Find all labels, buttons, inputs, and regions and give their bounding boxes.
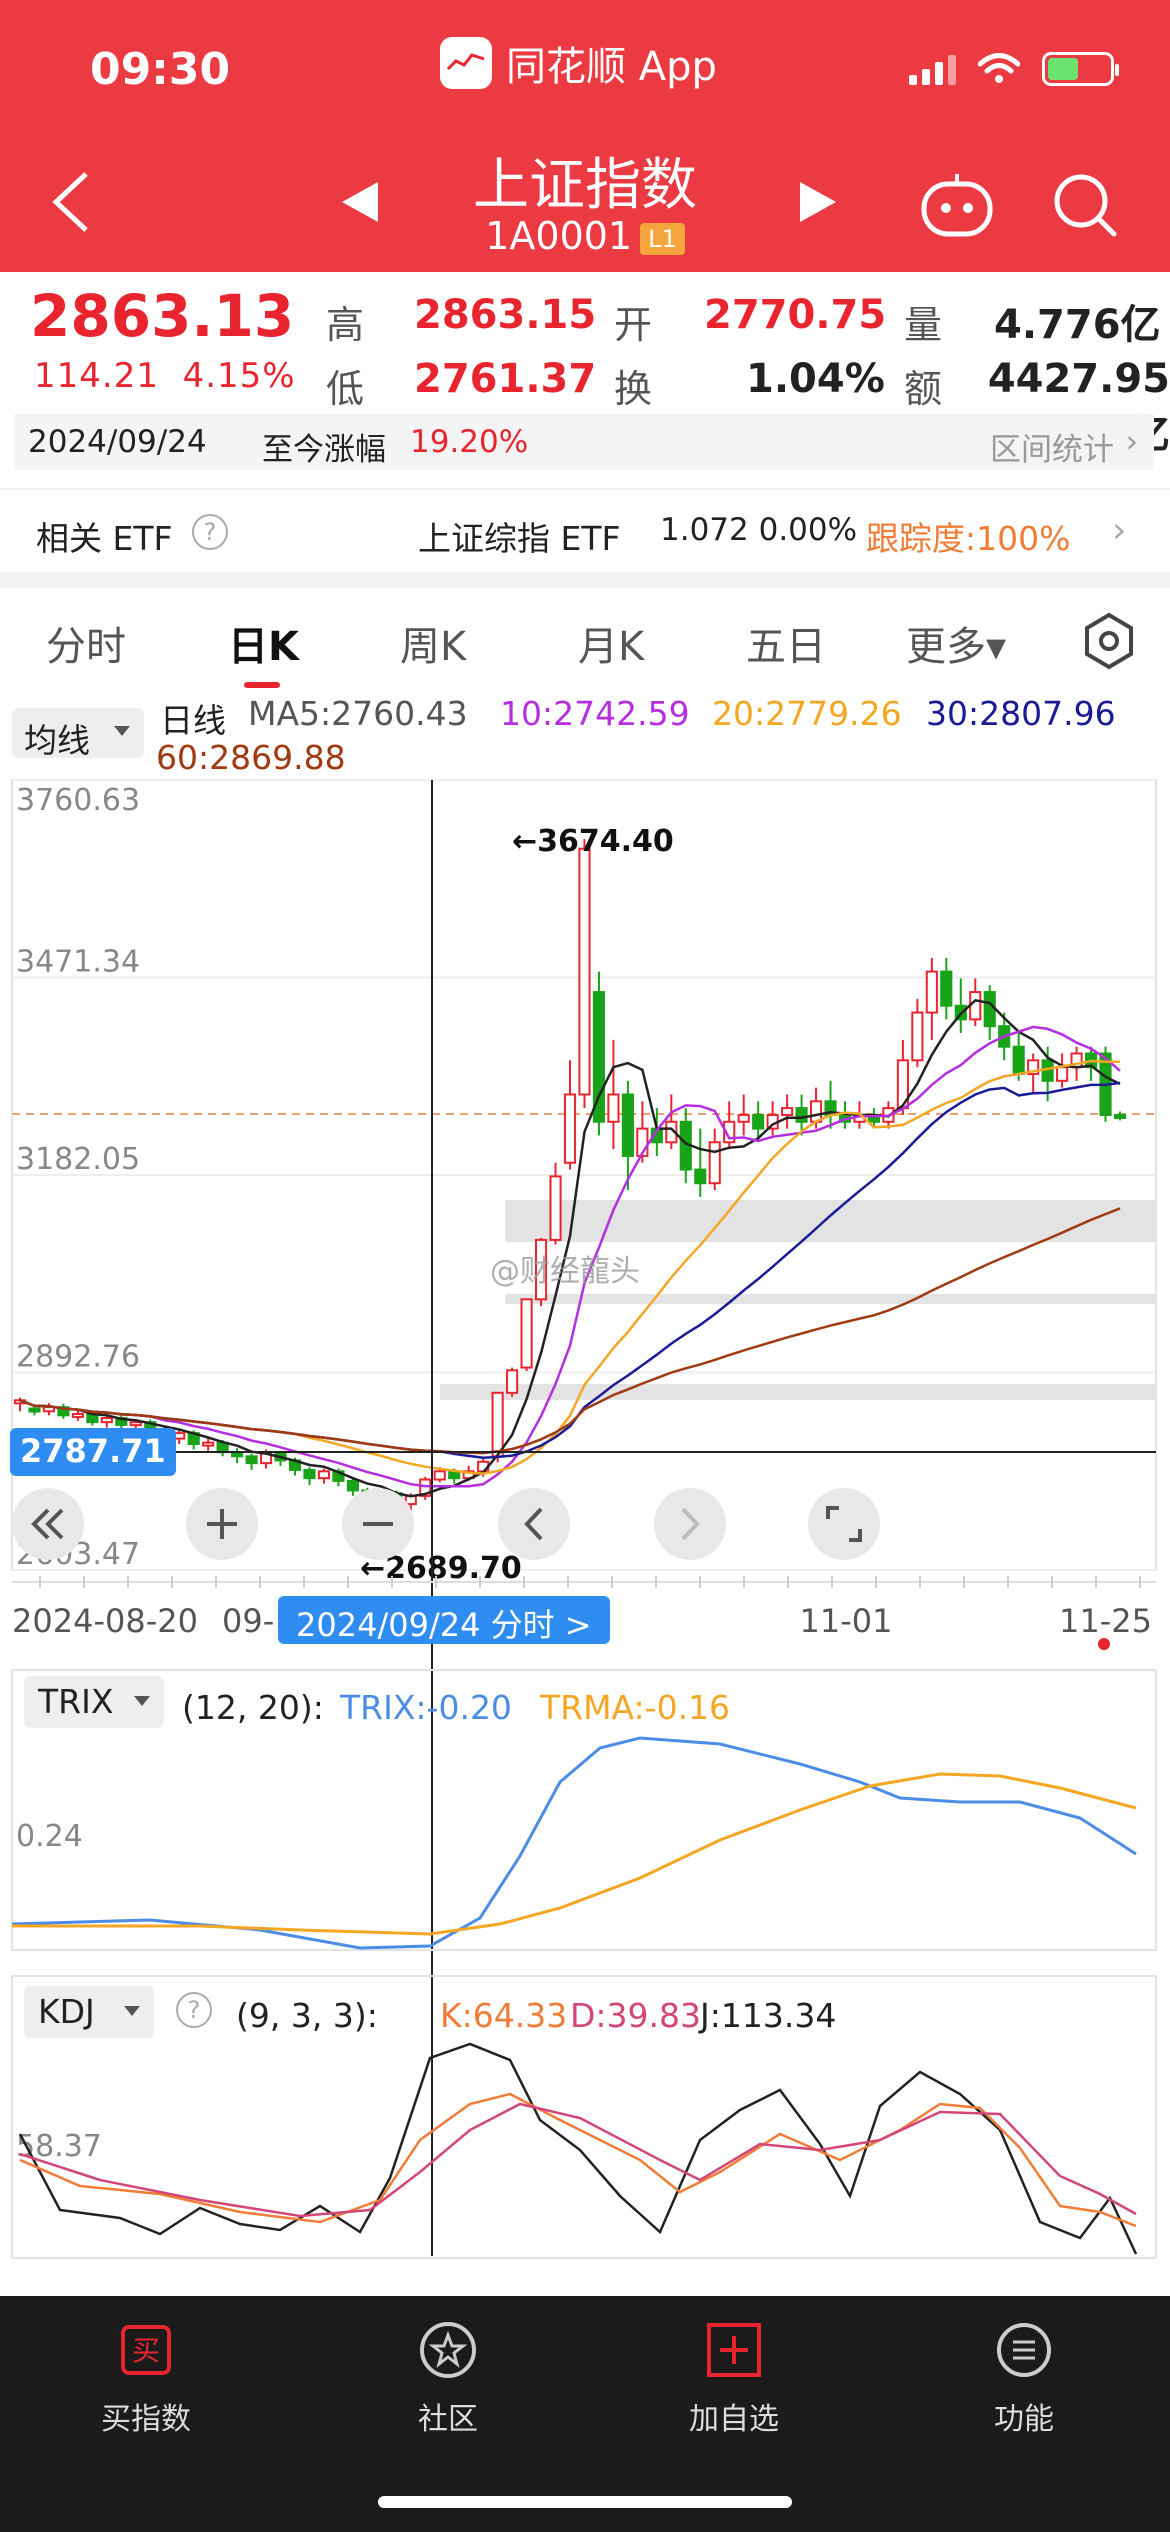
candle-body xyxy=(129,1421,142,1427)
x-tick-label: 2024-08-20 xyxy=(12,1602,198,1640)
candle-body xyxy=(795,1107,808,1123)
candle-body xyxy=(563,1093,577,1164)
svg-text:买: 买 xyxy=(132,2334,160,2367)
zoom-out-button[interactable] xyxy=(342,1488,414,1560)
trma-line xyxy=(12,1772,1137,1936)
x-tick-label: 09- xyxy=(222,1602,274,1640)
double-chevron-left-icon xyxy=(31,1508,64,1540)
y-tick-label: 2892.76 xyxy=(16,1340,140,1375)
kdj-dropdown[interactable]: KDJ xyxy=(24,1986,154,2038)
zoom-in-button[interactable] xyxy=(186,1488,258,1560)
function-label: 功能 xyxy=(994,2402,1054,2437)
buy-icon: 买 xyxy=(116,2320,176,2380)
candle-body xyxy=(578,847,591,1096)
candlestick-chart[interactable]: 3760.633471.343182.052892.762603.47←3674… xyxy=(0,0,1170,2296)
candle-body xyxy=(925,970,938,1014)
function-button[interactable]: 功能 xyxy=(944,2320,1104,2438)
candle-body xyxy=(28,1407,41,1413)
trix-tick-label: 0.24 xyxy=(16,1819,83,1854)
candle-body xyxy=(969,991,982,1021)
chevron-down-icon xyxy=(124,2006,140,2016)
add-favorite-icon xyxy=(704,2320,764,2380)
candle-body xyxy=(506,1369,519,1394)
y-tick-label: 3182.05 xyxy=(16,1142,140,1177)
community-icon xyxy=(418,2320,478,2380)
community-label: 社区 xyxy=(418,2402,478,2437)
candle-body xyxy=(317,1470,331,1480)
kdj-j-line xyxy=(18,2042,1138,2255)
trix-params: (12, 20): xyxy=(182,1688,324,1727)
candle-body xyxy=(202,1441,215,1447)
y-tick-label: 3760.63 xyxy=(16,783,140,818)
candle-body xyxy=(1113,1113,1127,1119)
candle-body xyxy=(737,1113,750,1123)
zoom-out-far-button[interactable] xyxy=(12,1488,84,1560)
candle-body xyxy=(1012,1045,1025,1075)
plus-icon xyxy=(207,1509,237,1539)
candle-body xyxy=(983,991,996,1028)
high-marker-label: ←3674.40 xyxy=(512,824,674,859)
candle-body xyxy=(491,1391,504,1458)
candle-body xyxy=(781,1107,794,1116)
trix-line xyxy=(11,1736,1137,1950)
candle-body xyxy=(694,1168,707,1185)
fullscreen-button[interactable] xyxy=(808,1488,880,1560)
candle-body xyxy=(621,1093,634,1157)
buy-index-button[interactable]: 买 买指数 xyxy=(66,2320,226,2438)
home-indicator xyxy=(378,2496,792,2508)
minus-icon xyxy=(363,1522,393,1526)
trma-value: TRMA:-0.16 xyxy=(540,1688,731,1727)
candle-body xyxy=(549,1175,562,1241)
chevron-left-icon xyxy=(524,1507,543,1541)
candle-body xyxy=(708,1141,721,1185)
x-tick-label: 11-25 xyxy=(1059,1602,1152,1640)
support-zone xyxy=(505,1294,1155,1304)
trix-dropdown[interactable]: TRIX xyxy=(24,1676,164,1728)
candle-body xyxy=(346,1479,359,1492)
crosshair-date-chip[interactable]: 2024/09/24 分时 > xyxy=(278,1596,610,1644)
latest-dot xyxy=(1098,1638,1110,1650)
candle-body xyxy=(71,1412,84,1418)
buy-index-label: 买指数 xyxy=(101,2402,191,2437)
bottom-action-bar: 买 买指数 社区 加自选 功能 xyxy=(0,2296,1170,2532)
candle-body xyxy=(752,1113,765,1130)
crosshair-value: 2787.71 xyxy=(10,1428,176,1476)
candle-body xyxy=(100,1417,113,1424)
candle-body xyxy=(433,1470,446,1481)
candle-body xyxy=(303,1468,316,1480)
menu-icon xyxy=(994,2320,1054,2380)
help-icon[interactable]: ? xyxy=(176,1992,212,2028)
chevron-down-icon xyxy=(134,1696,150,1706)
trix-dropdown-label: TRIX xyxy=(38,1682,114,1721)
support-zone xyxy=(440,1384,1155,1400)
scroll-right-button[interactable] xyxy=(654,1488,726,1560)
candle-body xyxy=(245,1455,258,1465)
y-tick-label: 3471.34 xyxy=(16,945,140,980)
x-tick-label: 11-01 xyxy=(800,1602,893,1640)
d-value: D:39.83 xyxy=(570,1996,702,2035)
chevron-right-icon xyxy=(681,1507,700,1541)
kdj-dropdown-label: KDJ xyxy=(38,1992,95,2031)
trix-value: TRIX:-0.20 xyxy=(340,1688,512,1727)
candle-body xyxy=(940,970,953,1007)
watermark-text: @财经龍头 xyxy=(490,1254,640,1289)
community-button[interactable]: 社区 xyxy=(368,2320,528,2438)
kdj-params: (9, 3, 3): xyxy=(236,1996,378,2035)
scroll-left-button[interactable] xyxy=(498,1488,570,1560)
add-favorite-label: 加自选 xyxy=(689,2402,779,2437)
candle-body xyxy=(520,1298,533,1369)
candle-body xyxy=(911,1011,924,1062)
k-value: K:64.33 xyxy=(440,1996,568,2035)
add-favorite-button[interactable]: 加自选 xyxy=(654,2320,814,2438)
fullscreen-icon xyxy=(826,1506,862,1542)
kdj-tick-label: 58.37 xyxy=(16,2129,102,2164)
candle-body xyxy=(607,1093,620,1123)
candle-body xyxy=(1056,1066,1069,1082)
j-value: J:113.34 xyxy=(700,1996,837,2035)
